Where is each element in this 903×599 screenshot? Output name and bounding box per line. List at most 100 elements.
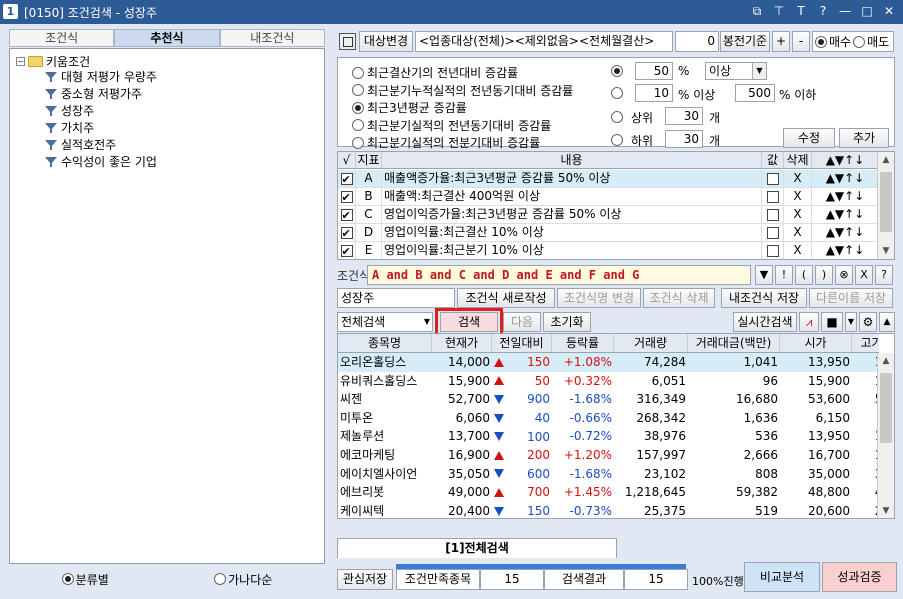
criteria-value-3[interactable]: 30 — [665, 107, 703, 125]
scroll-up-icon[interactable]: ▲ — [878, 353, 894, 369]
move-row-buttons[interactable]: ▲▼↑↓ — [812, 188, 878, 205]
stock-name[interactable]: 유비쿼스홀딩스 — [338, 372, 432, 391]
formula-help-button[interactable]: ? — [875, 265, 893, 285]
close-icon[interactable]: ✕ — [881, 3, 897, 19]
result-row[interactable]: 에이치엘사이언 35,050 600 -1.68% 23,102 808 35,00035 — [338, 465, 879, 484]
stock-name[interactable]: 에이치엘사이언 — [338, 465, 432, 484]
formula-input[interactable]: A and B and C and D and E and F and G — [367, 265, 751, 285]
formula-clear-button[interactable]: X — [855, 265, 873, 285]
row-checkbox[interactable] — [338, 224, 356, 241]
tab-conditions[interactable]: 조건식 — [9, 29, 115, 47]
scroll-thumb[interactable] — [880, 373, 892, 443]
compare-button[interactable]: 비교분석 — [744, 562, 820, 592]
value-checkbox[interactable] — [762, 188, 784, 205]
scroll-down-icon[interactable]: ▼ — [878, 503, 894, 518]
condition-row[interactable]: C영업이익증가율:최근3년평균 증감률 50% 이상 X▲▼↑↓ — [338, 206, 878, 224]
radio-icon[interactable] — [214, 573, 227, 585]
delete-row-button[interactable]: X — [784, 188, 812, 205]
scroll-down-icon[interactable]: ▼ — [878, 243, 894, 259]
add-button[interactable]: 추가 — [839, 128, 889, 148]
row-checkbox[interactable] — [338, 188, 356, 205]
formula-dropdown-icon[interactable]: ▼ — [755, 265, 773, 285]
cond-option[interactable]: 최근분기실적의 전년동기대비 증감률 — [352, 117, 573, 135]
scroll-up-icon[interactable]: ▲ — [878, 152, 894, 168]
link-window-icon[interactable]: ⧉ — [749, 3, 765, 19]
value-checkbox[interactable] — [762, 242, 784, 259]
stock-name[interactable]: 미투온 — [338, 409, 432, 428]
results-scrollbar[interactable]: ▲ ▼ — [877, 353, 894, 518]
condition-row[interactable]: D영업이익률:최근결산 10% 이상 X▲▼↑↓ — [338, 224, 878, 242]
cond-option[interactable]: 최근분기누적실적의 전년동기대비 증감률 — [352, 82, 573, 100]
move-row-buttons[interactable]: ▲▼↑↓ — [812, 224, 878, 241]
window-number-icon[interactable]: 1 — [3, 4, 18, 19]
formula-rparen-button[interactable]: ) — [815, 265, 833, 285]
result-row[interactable]: 씨젠 52,700 900 -1.68% 316,349 16,680 53,60053 — [338, 390, 879, 409]
minimize-icon[interactable]: — — [837, 3, 853, 19]
radio-icon[interactable] — [61, 573, 74, 585]
change-target-button[interactable]: 대상변경 — [359, 31, 413, 52]
criteria-value-2b[interactable]: 500 — [735, 84, 775, 102]
condition-name-field[interactable]: 성장주 — [337, 288, 455, 308]
bongjun-input[interactable]: 0 — [675, 31, 719, 52]
result-row[interactable]: 에브리봇 49,000 700 +1.45% 1,218,645 59,382 48,800… — [338, 483, 879, 502]
criteria-radio-3[interactable] — [611, 111, 623, 123]
plus-button[interactable]: + — [772, 31, 790, 52]
help-icon[interactable]: ? — [815, 3, 831, 19]
tree-item[interactable]: 중소형 저평가주 — [44, 85, 157, 102]
window-icon[interactable] — [339, 33, 356, 50]
layout-dropdown-icon[interactable]: ▼ — [845, 312, 857, 332]
tree-item[interactable]: 수익성이 좋은 기업 — [44, 153, 157, 170]
stock-name[interactable]: 씨젠 — [338, 390, 432, 409]
stock-name[interactable]: 제놀루션 — [338, 427, 432, 446]
stock-name[interactable]: 에브리봇 — [338, 483, 432, 502]
tree-item[interactable]: 실적호전주 — [44, 136, 157, 153]
criteria-radio-1[interactable] — [611, 65, 623, 77]
move-row-buttons[interactable]: ▲▼↑↓ — [812, 242, 878, 259]
minus-button[interactable]: - — [792, 31, 810, 52]
scroll-thumb[interactable] — [880, 172, 892, 232]
radio-sell[interactable] — [853, 35, 866, 48]
row-checkbox[interactable] — [338, 242, 356, 259]
radio-buy[interactable] — [815, 35, 827, 48]
cond-option[interactable]: 최근분기실적의 전분기대비 증감률 — [352, 134, 573, 152]
cond-option[interactable]: 최근3년평균 증감률 — [352, 99, 573, 117]
collapse-up-icon[interactable]: ▲ — [879, 312, 895, 332]
row-checkbox[interactable] — [338, 206, 356, 223]
collapse-icon[interactable]: − — [16, 57, 25, 66]
result-row[interactable]: 에코마케팅 16,900 200 +1.20% 157,997 2,666 16,70017 — [338, 446, 879, 465]
rename-condition-button[interactable]: 조건식명 변경 — [557, 288, 641, 308]
target-field[interactable]: <업종대상(전체)><제외없음><전체월결산> — [415, 31, 673, 52]
tree-item[interactable]: 성장주 — [44, 102, 157, 119]
stock-name[interactable]: 케이씨텍 — [338, 502, 432, 518]
delete-row-button[interactable]: X — [784, 242, 812, 259]
chart-icon[interactable]: ⩘ — [799, 312, 819, 332]
value-checkbox[interactable] — [762, 170, 784, 187]
formula-not-button[interactable]: ! — [775, 265, 793, 285]
condition-row[interactable]: B매출액:최근결산 400억원 이상 X▲▼↑↓ — [338, 188, 878, 206]
sort-alphabetical[interactable]: 가나다순 — [214, 571, 272, 588]
edit-button[interactable]: 수정 — [783, 128, 835, 148]
result-tab[interactable]: [1]전체검색 — [337, 538, 617, 558]
row-checkbox[interactable] — [338, 170, 356, 187]
formula-lparen-button[interactable]: ( — [795, 265, 813, 285]
tab-my-conditions[interactable]: 내조건식 — [219, 29, 325, 47]
result-row[interactable]: 케이씨텍 20,400 150 -0.73% 25,375 519 20,60020 — [338, 502, 879, 518]
save-as-button[interactable]: 다른이름 저장 — [809, 288, 893, 308]
criteria-value-1[interactable]: 50 — [635, 62, 673, 80]
save-interest-button[interactable]: 관심저장 — [337, 569, 393, 590]
next-button[interactable]: 다음 — [503, 312, 541, 332]
criteria-radio-4[interactable] — [611, 134, 623, 146]
delete-row-button[interactable]: X — [784, 170, 812, 187]
search-scope-select[interactable]: 전체검색 ▼ — [337, 312, 433, 332]
delete-row-button[interactable]: X — [784, 224, 812, 241]
cond-option[interactable]: 최근결산기의 전년대비 증감률 — [352, 64, 573, 82]
tree-item[interactable]: 대형 저평가 우량주 — [44, 68, 157, 85]
criteria-value-4[interactable]: 30 — [665, 130, 703, 148]
criteria-radio-2[interactable] — [611, 87, 623, 99]
delete-row-button[interactable]: X — [784, 206, 812, 223]
stock-name[interactable]: 오리온홀딩스 — [338, 353, 432, 372]
reset-button[interactable]: 초기화 — [543, 312, 591, 332]
font-size-icon[interactable]: T — [793, 3, 809, 19]
criteria-select-1[interactable]: 이상 ▼ — [705, 62, 767, 80]
gear-icon[interactable]: ⚙ — [859, 312, 877, 332]
